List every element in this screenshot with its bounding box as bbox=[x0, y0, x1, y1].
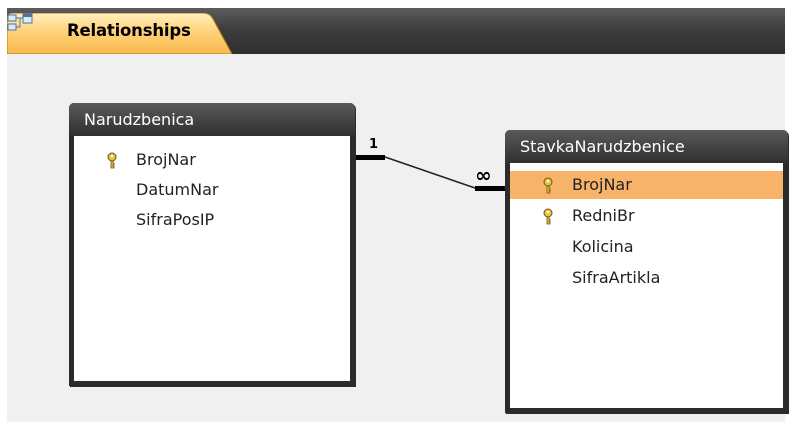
tab-label: Relationships bbox=[67, 21, 191, 40]
relationships-tab[interactable]: Relationships bbox=[7, 13, 233, 54]
primary-key-icon bbox=[543, 208, 553, 225]
field-row[interactable]: Kolicina bbox=[510, 233, 783, 261]
relationships-icon bbox=[7, 13, 33, 31]
table-title[interactable]: Narudzbenica bbox=[69, 103, 355, 136]
field-name: SifraArtikla bbox=[572, 268, 661, 287]
relationship-one-end bbox=[355, 155, 385, 160]
field-name: RedniBr bbox=[572, 206, 635, 225]
field-list[interactable]: BrojNar DatumNar SifraPosIP bbox=[74, 136, 350, 381]
table-stavkanarudzbenice[interactable]: StavkaNarudzbenice BrojNar RedniBr Kolic… bbox=[505, 130, 788, 413]
many-label: ∞ bbox=[475, 163, 492, 187]
one-label: 1 bbox=[369, 137, 378, 152]
field-list[interactable]: BrojNar RedniBr Kolicina SifraArtikla bbox=[510, 163, 783, 408]
table-title[interactable]: StavkaNarudzbenice bbox=[505, 130, 788, 163]
field-row[interactable]: SifraArtikla bbox=[510, 264, 783, 292]
field-row[interactable]: DatumNar bbox=[74, 176, 350, 204]
table-narudzbenica[interactable]: Narudzbenica BrojNar DatumNar SifraPosIP bbox=[69, 103, 355, 386]
field-row[interactable]: BrojNar bbox=[74, 146, 350, 174]
primary-key-icon bbox=[543, 177, 553, 194]
field-name: SifraPosIP bbox=[136, 210, 215, 229]
field-name: BrojNar bbox=[136, 150, 196, 169]
primary-key-icon bbox=[107, 152, 117, 169]
field-row[interactable]: SifraPosIP bbox=[74, 206, 350, 234]
field-name: DatumNar bbox=[136, 180, 219, 199]
field-row-selected[interactable]: BrojNar bbox=[510, 171, 783, 199]
field-row[interactable]: RedniBr bbox=[510, 202, 783, 230]
field-name: BrojNar bbox=[572, 175, 632, 194]
field-name: Kolicina bbox=[572, 237, 634, 256]
